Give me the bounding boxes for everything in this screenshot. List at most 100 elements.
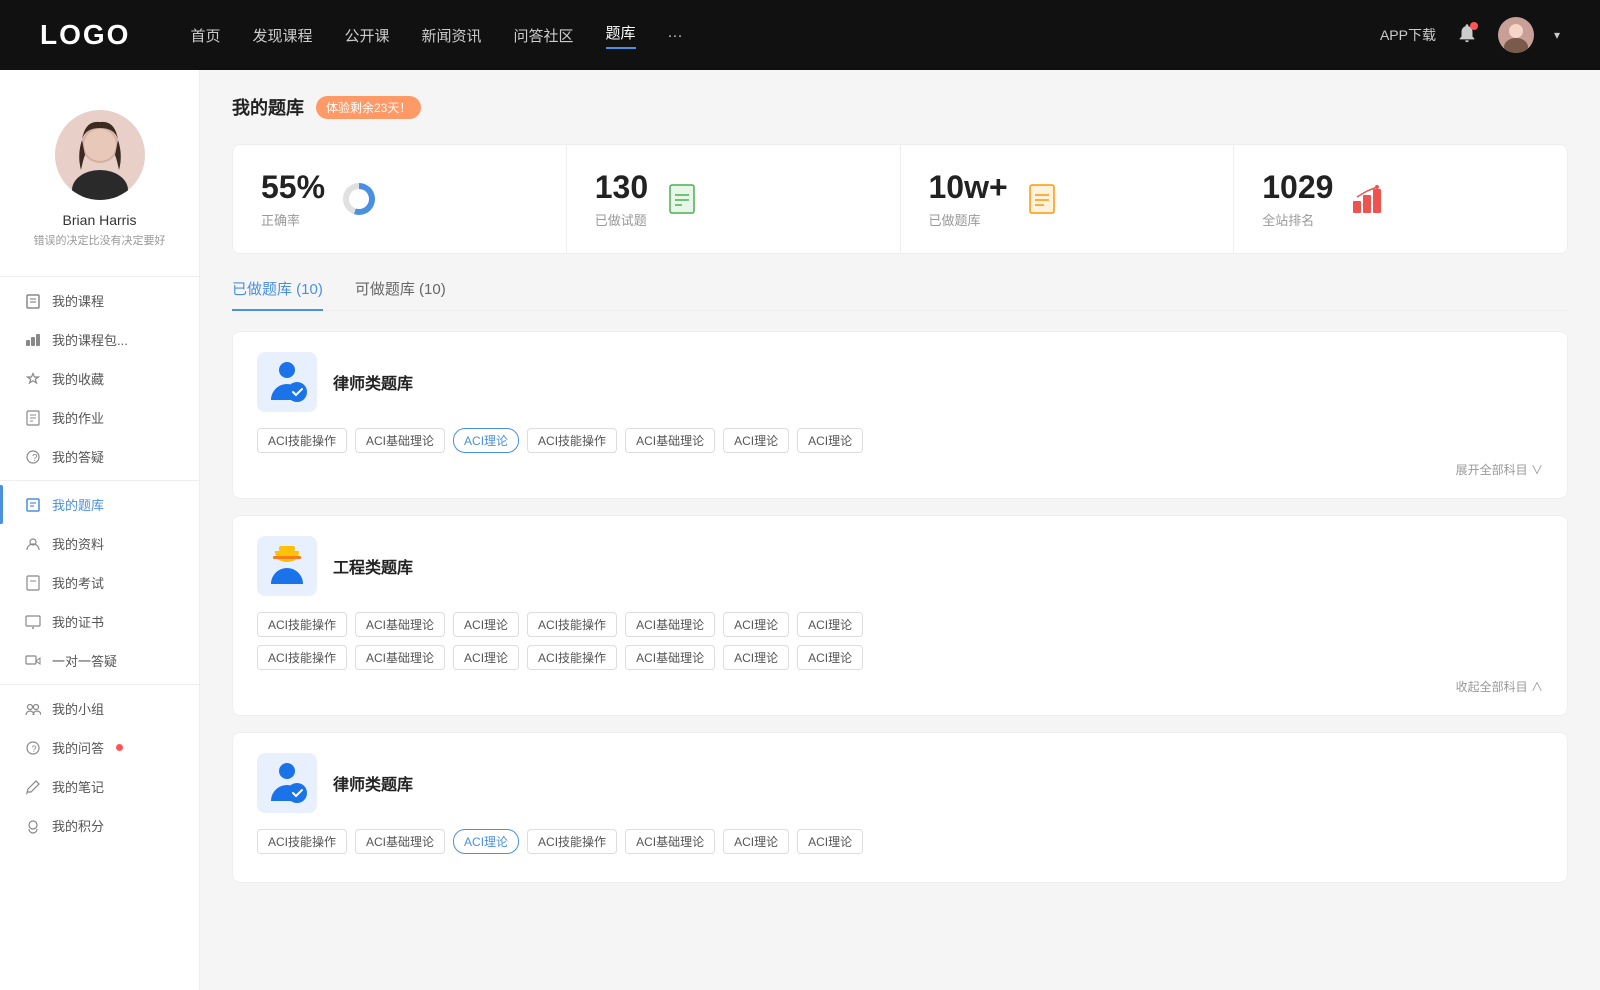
sidebar-item-courses[interactable]: 我的课程 <box>0 281 199 320</box>
bank-card-3-tags: ACI技能操作 ACI基础理论 ACI理论 ACI技能操作 ACI基础理论 AC… <box>257 829 1543 854</box>
bank-card-1-title: 律师类题库 <box>333 370 413 394</box>
tag[interactable]: ACI理论 <box>797 645 863 670</box>
nav-bank[interactable]: 题库 <box>606 22 636 49</box>
sidebar-item-cert[interactable]: 我的证书 <box>0 602 199 641</box>
stat-card-rank: 1029 全站排名 <box>1234 145 1567 253</box>
tag[interactable]: ACI技能操作 <box>257 829 347 854</box>
sidebar-divider3 <box>0 684 199 685</box>
nav-discover[interactable]: 发现课程 <box>252 25 312 46</box>
nav-right: APP下载 ▾ <box>1380 17 1560 53</box>
tab-done[interactable]: 已做题库 (10) <box>232 278 323 311</box>
tag[interactable]: ACI技能操作 <box>257 645 347 670</box>
bank-card-2-tags-row1: ACI技能操作 ACI基础理论 ACI理论 ACI技能操作 ACI基础理论 AC… <box>257 612 1543 637</box>
bank-card-2: 工程类题库 ACI技能操作 ACI基础理论 ACI理论 ACI技能操作 ACI基… <box>232 515 1568 716</box>
stat-label-rank: 全站排名 <box>1262 210 1333 229</box>
bank-card-2-toggle[interactable]: 收起全部科目 ∧ <box>257 678 1543 695</box>
tag[interactable]: ACI理论 <box>453 645 519 670</box>
sidebar-label-homework: 我的作业 <box>52 408 104 427</box>
bank-card-1: 律师类题库 ACI技能操作 ACI基础理论 ACI理论 ACI技能操作 ACI基… <box>232 331 1568 499</box>
group-icon <box>24 700 42 718</box>
tag[interactable]: ACI基础理论 <box>355 645 445 670</box>
bank-card-1-toggle[interactable]: 展开全部科目 ∨ <box>257 461 1543 478</box>
sidebar-item-oneone[interactable]: 一对一答疑 <box>0 641 199 680</box>
logo: LOGO <box>40 19 130 51</box>
tag[interactable]: ACI理论 <box>797 612 863 637</box>
bank-card-3-icon <box>257 753 317 813</box>
sidebar-item-homework[interactable]: 我的作业 <box>0 398 199 437</box>
tag[interactable]: ACI基础理论 <box>625 645 715 670</box>
sidebar-item-myqa[interactable]: ? 我的问答 <box>0 728 199 767</box>
sidebar-label-group: 我的小组 <box>52 699 104 718</box>
sidebar-label-notes: 我的笔记 <box>52 777 104 796</box>
sidebar-item-exam[interactable]: 我的考试 <box>0 563 199 602</box>
sidebar-menu: 我的课程 我的课程包... 我的收藏 我的作业 <box>0 281 199 845</box>
tag[interactable]: ACI技能操作 <box>527 645 617 670</box>
favorites-icon <box>24 370 42 388</box>
nav-links: 首页 发现课程 公开课 新闻资讯 问答社区 题库 ··· <box>190 22 1380 49</box>
nav-more[interactable]: ··· <box>668 27 683 44</box>
tag[interactable]: ACI基础理论 <box>625 829 715 854</box>
points-icon <box>24 817 42 835</box>
courses-icon <box>24 292 42 310</box>
sidebar-item-notes[interactable]: 我的笔记 <box>0 767 199 806</box>
sidebar-label-profile: 我的资料 <box>52 534 104 553</box>
page-header: 我的题库 体验剩余23天！ <box>232 94 1568 120</box>
tag[interactable]: ACI基础理论 <box>355 612 445 637</box>
tag[interactable]: ACI理论 <box>723 645 789 670</box>
notification-dot <box>1470 22 1478 30</box>
sidebar-item-bank[interactable]: 我的题库 <box>0 485 199 524</box>
nav-qa[interactable]: 问答社区 <box>514 25 574 46</box>
profile-icon <box>24 535 42 553</box>
notes-icon <box>24 778 42 796</box>
tag[interactable]: ACI基础理论 <box>625 428 715 453</box>
stat-value-accuracy: 55% <box>261 169 325 206</box>
sidebar: Brian Harris 错误的决定比没有决定要好 我的课程 我的课程包... <box>0 70 200 990</box>
sidebar-item-group[interactable]: 我的小组 <box>0 689 199 728</box>
myqa-red-dot <box>116 744 123 751</box>
qna-icon: ? <box>24 448 42 466</box>
tag-active[interactable]: ACI理论 <box>453 428 519 453</box>
stat-label-done: 已做试题 <box>595 210 648 229</box>
sidebar-label-bank: 我的题库 <box>52 495 104 514</box>
notification-bell[interactable] <box>1456 22 1478 49</box>
tag[interactable]: ACI基础理论 <box>625 612 715 637</box>
tag[interactable]: ACI技能操作 <box>527 829 617 854</box>
avatar[interactable] <box>1498 17 1534 53</box>
exam-icon <box>24 574 42 592</box>
tag[interactable]: ACI理论 <box>453 612 519 637</box>
tag[interactable]: ACI理论 <box>723 612 789 637</box>
stat-label-accuracy: 正确率 <box>261 210 325 229</box>
tag[interactable]: ACI基础理论 <box>355 829 445 854</box>
tag[interactable]: ACI理论 <box>797 829 863 854</box>
tag[interactable]: ACI理论 <box>723 428 789 453</box>
avatar-chevron[interactable]: ▾ <box>1554 28 1560 42</box>
sidebar-label-cert: 我的证书 <box>52 612 104 631</box>
tag[interactable]: ACI技能操作 <box>527 612 617 637</box>
tab-available[interactable]: 可做题库 (10) <box>355 278 446 311</box>
sidebar-item-profile[interactable]: 我的资料 <box>0 524 199 563</box>
main-content: 我的题库 体验剩余23天！ 55% 正确率 130 已做试题 <box>200 70 1600 990</box>
sidebar-avatar <box>55 110 145 200</box>
app-download-button[interactable]: APP下载 <box>1380 25 1436 45</box>
tag[interactable]: ACI理论 <box>723 829 789 854</box>
nav-open[interactable]: 公开课 <box>344 25 389 46</box>
tabs-row: 已做题库 (10) 可做题库 (10) <box>232 278 1568 311</box>
stat-card-bankdone: 10w+ 已做题库 <box>901 145 1235 253</box>
bank-card-2-title: 工程类题库 <box>333 554 413 578</box>
course-pkg-icon <box>24 331 42 349</box>
stat-label-bankdone: 已做题库 <box>929 210 1008 229</box>
sidebar-item-course-pkg[interactable]: 我的课程包... <box>0 320 199 359</box>
tag[interactable]: ACI理论 <box>797 428 863 453</box>
sidebar-item-favorites[interactable]: 我的收藏 <box>0 359 199 398</box>
sidebar-user-name: Brian Harris <box>63 212 137 228</box>
homework-icon <box>24 409 42 427</box>
nav-news[interactable]: 新闻资讯 <box>422 25 482 46</box>
tag[interactable]: ACI技能操作 <box>257 612 347 637</box>
tag[interactable]: ACI技能操作 <box>527 428 617 453</box>
tag[interactable]: ACI基础理论 <box>355 428 445 453</box>
sidebar-item-points[interactable]: 我的积分 <box>0 806 199 845</box>
tag[interactable]: ACI技能操作 <box>257 428 347 453</box>
sidebar-item-qna[interactable]: ? 我的答疑 <box>0 437 199 476</box>
nav-home[interactable]: 首页 <box>190 25 220 46</box>
tag-active[interactable]: ACI理论 <box>453 829 519 854</box>
